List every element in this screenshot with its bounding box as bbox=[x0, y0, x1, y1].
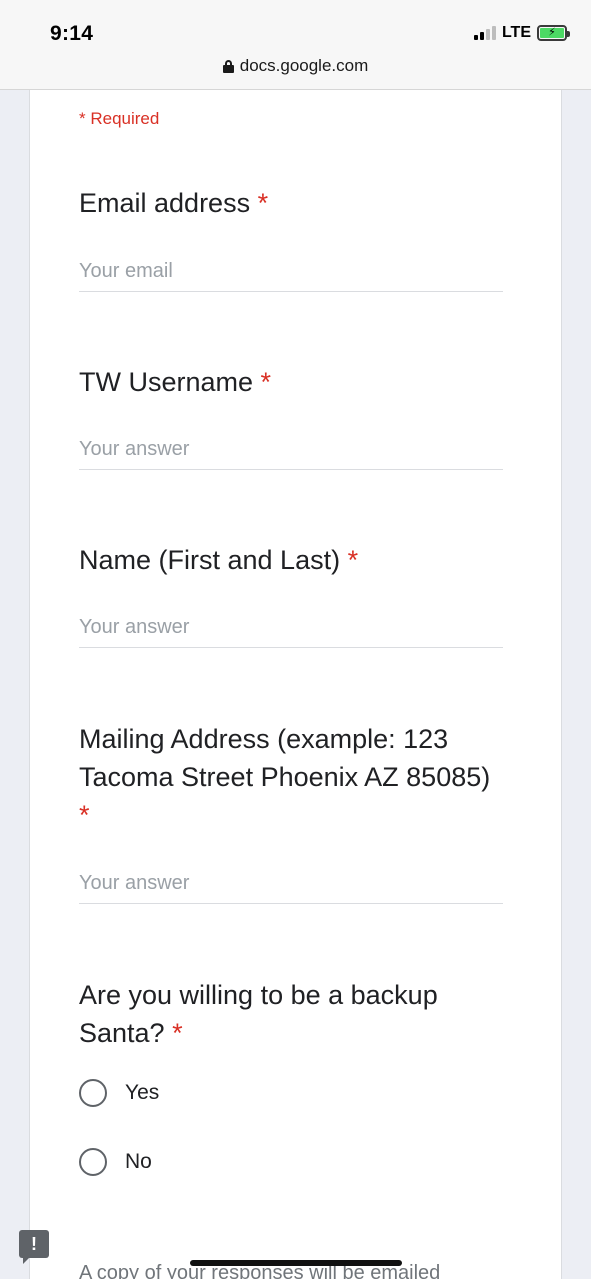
radio-label: Yes bbox=[125, 1081, 160, 1104]
required-star: * bbox=[260, 367, 272, 397]
radio-option-no[interactable]: No bbox=[79, 1148, 152, 1176]
question-username-title: TW Username * bbox=[79, 363, 519, 401]
radio-label: No bbox=[125, 1150, 152, 1173]
status-time: 9:14 bbox=[50, 22, 94, 45]
browser-top-bar: 9:14 LTE ⚡ docs.google.com bbox=[0, 0, 591, 90]
form-card: * Required Email address * TW Username *… bbox=[29, 90, 562, 1279]
network-type: LTE bbox=[501, 24, 531, 41]
username-field[interactable] bbox=[79, 430, 503, 469]
required-star: * bbox=[347, 545, 359, 575]
url-domain: docs.google.com bbox=[239, 56, 369, 75]
question-title-text: Name (First and Last) bbox=[79, 545, 341, 575]
required-star: * bbox=[79, 800, 90, 830]
question-backup-santa-title: Are you willing to be a backup Santa? * bbox=[79, 976, 479, 1052]
email-field[interactable] bbox=[79, 252, 503, 291]
radio-button[interactable] bbox=[79, 1079, 107, 1107]
cellular-signal-icon bbox=[473, 26, 496, 40]
email-field-container bbox=[79, 252, 503, 292]
name-field-container bbox=[79, 608, 503, 648]
lock-icon bbox=[222, 59, 234, 73]
question-address-title: Mailing Address (example: 123 Tacoma Str… bbox=[79, 720, 519, 834]
battery-icon: ⚡ bbox=[537, 25, 570, 41]
question-title-text: Mailing Address (example: 123 Tacoma Str… bbox=[79, 724, 491, 792]
address-bar[interactable]: docs.google.com bbox=[0, 56, 591, 76]
radio-button[interactable] bbox=[79, 1148, 107, 1176]
required-star: * bbox=[257, 188, 269, 218]
home-indicator[interactable] bbox=[190, 1260, 402, 1266]
question-name-title: Name (First and Last) * bbox=[79, 541, 519, 579]
status-indicators: LTE ⚡ bbox=[473, 24, 570, 42]
required-star: * bbox=[172, 1018, 183, 1048]
feedback-icon[interactable]: ! bbox=[19, 1230, 49, 1264]
name-field[interactable] bbox=[79, 608, 503, 647]
address-field-container bbox=[79, 864, 503, 904]
username-field-container bbox=[79, 430, 503, 470]
question-title-text: Email address bbox=[79, 188, 251, 218]
question-title-text: Are you willing to be a backup Santa? bbox=[79, 980, 438, 1048]
question-title-text: TW Username bbox=[79, 367, 254, 397]
address-field[interactable] bbox=[79, 864, 503, 903]
question-email-title: Email address * bbox=[79, 184, 519, 222]
radio-option-yes[interactable]: Yes bbox=[79, 1079, 159, 1107]
required-note: * Required bbox=[79, 109, 160, 128]
